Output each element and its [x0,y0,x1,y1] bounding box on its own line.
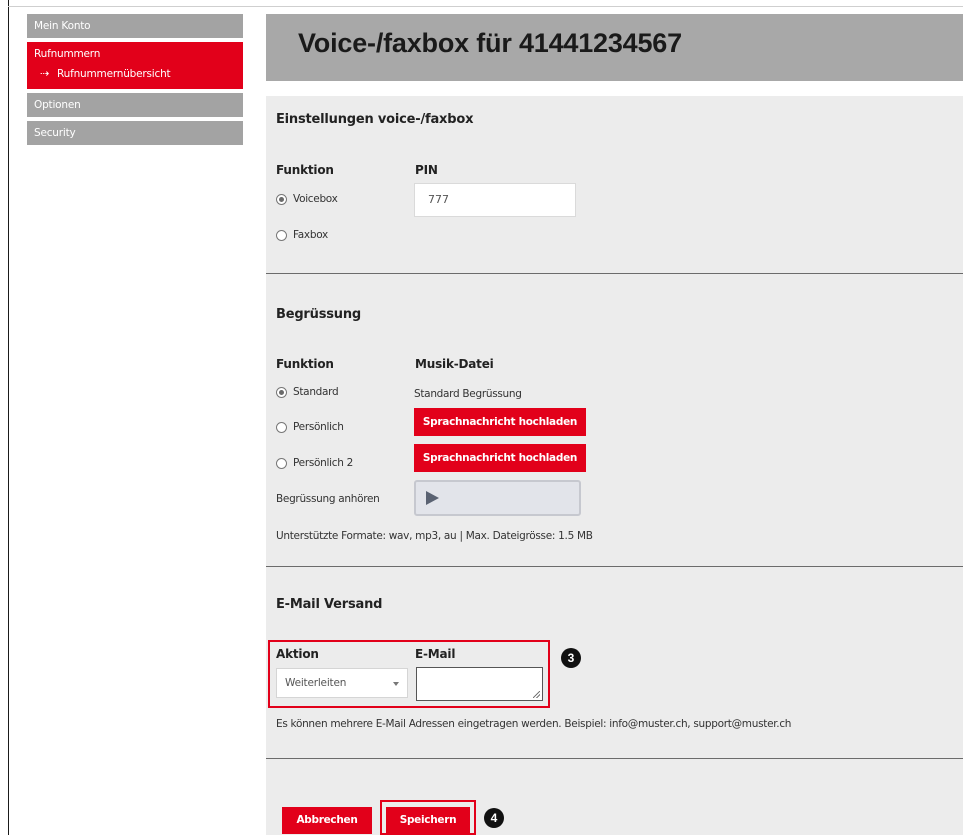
radio-checked-icon [276,386,287,398]
step-badge-3: 3 [561,648,581,668]
greeting-funktion-label: Funktion [276,357,334,371]
sidebar: Mein Konto Rufnummern ⇢ Rufnummernübersi… [27,14,243,149]
resize-handle-icon[interactable] [533,691,540,698]
sidebar-subitem-label: Rufnummernübersicht [57,68,171,80]
radio-label: Voicebox [293,193,338,205]
play-icon[interactable] [426,491,439,505]
pin-input[interactable]: 777 [414,183,576,217]
standard-greeting-text: Standard Begrüssung [414,388,522,400]
radio-standard[interactable]: Standard [276,386,339,398]
aktion-select-value: Weiterleiten [285,677,347,689]
frame-top-border [8,6,963,7]
radio-unchecked-icon [276,457,287,469]
section-title-settings: Einstellungen voice-/faxbox [276,112,474,127]
radio-faxbox[interactable]: Faxbox [276,229,328,241]
settings-funktion-label: Funktion [276,163,334,177]
radio-persoenlich-2[interactable]: Persönlich 2 [276,457,353,469]
cancel-button[interactable]: Abbrechen [282,807,372,834]
pin-label: PIN [415,163,438,177]
radio-voicebox[interactable]: Voicebox [276,193,338,205]
radio-label: Standard [293,386,339,398]
email-textarea[interactable] [416,667,543,701]
divider [266,758,963,759]
section-title-greeting: Begrüssung [276,307,361,322]
arrow-right-icon: ⇢ [40,67,50,80]
listen-greeting-label: Begrüssung anhören [276,493,380,505]
radio-label: Faxbox [293,229,328,241]
sidebar-subitem-rufnummernuebersicht[interactable]: ⇢ Rufnummernübersicht [34,66,236,82]
email-label: E-Mail [415,647,456,661]
sidebar-item-mein-konto[interactable]: Mein Konto [27,14,243,38]
aktion-label: Aktion [276,647,319,661]
upload-voice-message-button-2[interactable]: Sprachnachricht hochladen [414,444,586,472]
supported-formats-note: Unterstützte Formate: wav, mp3, au | Max… [276,530,593,542]
radio-label: Persönlich 2 [293,457,353,469]
radio-unchecked-icon [276,421,287,433]
caret-down-icon [393,682,399,686]
musik-datei-label: Musik-Datei [415,357,494,371]
upload-voice-message-button-1[interactable]: Sprachnachricht hochladen [414,408,586,436]
radio-unchecked-icon [276,229,287,241]
sidebar-group-rufnummern: Rufnummern ⇢ Rufnummernübersicht [27,42,243,89]
radio-label: Persönlich [293,421,344,433]
aktion-select[interactable]: Weiterleiten [276,668,408,698]
sidebar-item-rufnummern[interactable]: Rufnummern [34,46,236,62]
page-header: Voice-/faxbox für 41441234567 [266,14,963,81]
step-badge-4: 4 [484,808,504,828]
audio-player[interactable] [414,480,581,516]
content-panel: Einstellungen voice-/faxbox Funktion PIN… [266,96,963,835]
divider [266,273,963,274]
section-title-email: E-Mail Versand [276,597,383,612]
email-note: Es können mehrere E-Mail Adressen einget… [276,718,792,730]
radio-checked-icon [276,193,287,205]
frame-left-border [8,0,9,835]
radio-persoenlich[interactable]: Persönlich [276,421,344,433]
save-button[interactable]: Speichern [386,807,470,834]
sidebar-item-security[interactable]: Security [27,121,243,145]
page-title: Voice-/faxbox für 41441234567 [298,28,682,58]
sidebar-item-optionen[interactable]: Optionen [27,93,243,117]
divider [266,566,963,567]
